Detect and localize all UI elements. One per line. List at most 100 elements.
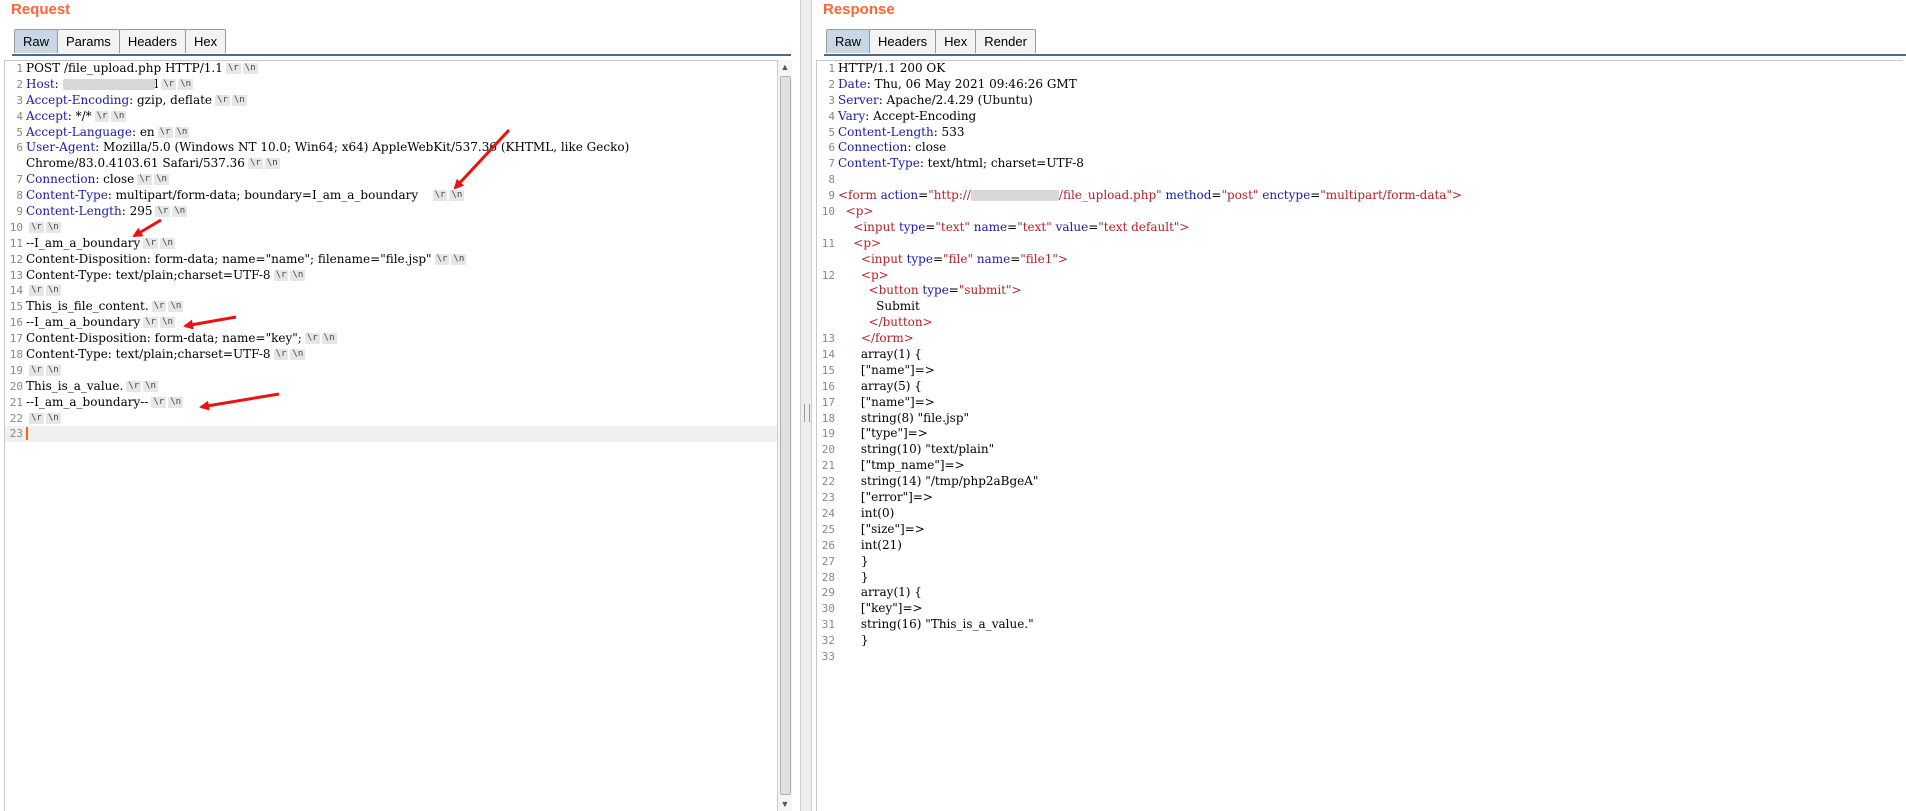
line-number: 28: [821, 570, 835, 584]
request-line[interactable]: 6 User-Agent: Mozilla/5.0 (Windows NT 10.…: [5, 140, 777, 156]
request-line[interactable]: 5 Accept-Language: en \r \n: [5, 125, 777, 141]
response-line[interactable]: 12 <p>: [817, 268, 1903, 284]
response-line[interactable]: 19 ["type"]=>: [817, 426, 1903, 442]
response-line[interactable]: 6 Connection: close: [817, 140, 1903, 156]
line-text: Content-Disposition: form-data; name="ke…: [26, 331, 302, 346]
response-line[interactable]: <button type="submit">: [817, 283, 1903, 299]
response-line[interactable]: 9 <form action="http:///file_upload.php" …: [817, 188, 1903, 204]
response-editor[interactable]: 1 HTTP/1.1 200 OK 2 Date: Thu, 06 May 2021 …: [816, 60, 1903, 811]
request-line[interactable]: 8 Content-Type: multipart/form-data; boun…: [5, 188, 777, 204]
response-line[interactable]: 14 array(1) {: [817, 347, 1903, 363]
tab-render[interactable]: Render: [975, 29, 1036, 53]
crlf-marker: \r: [143, 237, 159, 249]
request-line[interactable]: 22 \r \n: [5, 411, 777, 427]
scroll-down-icon[interactable]: ▼: [778, 797, 792, 811]
response-line[interactable]: Submit: [817, 299, 1903, 315]
response-line[interactable]: 13 </form>: [817, 331, 1903, 347]
pane-splitter[interactable]: [800, 0, 812, 811]
line-text: [838, 315, 869, 329]
response-line[interactable]: <input type="text" name="text" value="te…: [817, 220, 1903, 236]
request-line[interactable]: 7 Connection: close \r \n: [5, 172, 777, 188]
response-line[interactable]: 15 ["name"]=>: [817, 363, 1903, 379]
scroll-up-icon[interactable]: ▲: [778, 60, 792, 74]
response-line[interactable]: 18 string(8) "file.jsp": [817, 411, 1903, 427]
request-line[interactable]: 14 \r \n: [5, 283, 777, 299]
html-value: "file1": [1020, 251, 1058, 266]
tab-headers[interactable]: Headers: [869, 29, 937, 53]
response-line[interactable]: 1 HTTP/1.1 200 OK: [817, 61, 1903, 77]
tab-raw[interactable]: Raw: [826, 29, 871, 53]
line-text: int(0): [838, 505, 895, 520]
request-scrollbar[interactable]: ▲ ▼: [777, 60, 792, 811]
request-line[interactable]: 3 Accept-Encoding: gzip, deflate \r \n: [5, 93, 777, 109]
request-editor[interactable]: 1 POST /file_upload.php HTTP/1.1 \r \n 2 Host…: [4, 60, 777, 811]
response-line[interactable]: 22 string(14) "/tmp/php2aBgeA": [817, 474, 1903, 490]
line-text: gzip, deflate: [137, 92, 213, 107]
response-line[interactable]: 11 <p>: [817, 236, 1903, 252]
request-line[interactable]: 20 This_is_a_value. \r \n: [5, 379, 777, 395]
tab-raw[interactable]: Raw: [14, 29, 59, 53]
crlf-marker: \r: [29, 285, 44, 297]
tab-params[interactable]: Params: [57, 29, 120, 53]
crlf-marker: \r: [126, 380, 142, 392]
response-line[interactable]: 27 }: [817, 554, 1903, 570]
tab-hex[interactable]: Hex: [184, 29, 227, 53]
response-line[interactable]: 8: [817, 172, 1903, 188]
request-line[interactable]: 15 This_is_file_content. \r \n: [5, 299, 777, 315]
response-line[interactable]: 4 Vary: Accept-Encoding: [817, 109, 1903, 125]
crlf-marker: \r: [155, 206, 171, 218]
response-line[interactable]: 5 Content-Length: 533: [817, 125, 1903, 141]
html-value: "multipart/form-data": [1320, 188, 1452, 203]
header-name: Host: [26, 76, 55, 91]
request-line[interactable]: 13 Content-Type: text/plain;charset=UTF-8…: [5, 268, 777, 284]
line-text: int(21): [838, 537, 902, 552]
request-line[interactable]: Chrome/83.0.4103.61 Safari/537.36 \r \n: [5, 156, 777, 172]
response-line[interactable]: 26 int(21): [817, 538, 1903, 554]
request-line[interactable]: 2 Host: l \r \n: [5, 77, 777, 93]
header-name: Accept-Language: [26, 124, 132, 139]
request-line[interactable]: 12 Content-Disposition: form-data; name="…: [5, 252, 777, 268]
response-line[interactable]: 2 Date: Thu, 06 May 2021 09:46:26 GMT: [817, 77, 1903, 93]
line-number: 15: [821, 363, 835, 377]
response-line[interactable]: 7 Content-Type: text/html; charset=UTF-8: [817, 156, 1903, 172]
crlf-marker: \r: [29, 364, 44, 376]
text-cursor: [26, 427, 28, 441]
response-line[interactable]: 30 ["key"]=>: [817, 601, 1903, 617]
request-line[interactable]: 17 Content-Disposition: form-data; name="…: [5, 331, 777, 347]
request-line[interactable]: 10 \r \n: [5, 220, 777, 236]
response-line[interactable]: 33: [817, 649, 1903, 665]
response-line[interactable]: 23 ["error"]=>: [817, 490, 1903, 506]
response-line[interactable]: 3 Server: Apache/2.4.29 (Ubuntu): [817, 93, 1903, 109]
response-line[interactable]: 17 ["name"]=>: [817, 395, 1903, 411]
request-line[interactable]: 23: [5, 426, 777, 443]
request-line[interactable]: 4 Accept: */* \r \n: [5, 109, 777, 125]
line-number: 25: [821, 522, 835, 536]
response-line[interactable]: 28 }: [817, 570, 1903, 586]
request-line[interactable]: 18 Content-Type: text/plain;charset=UTF-8…: [5, 347, 777, 363]
request-line[interactable]: 11 --I_am_a_boundary \r \n: [5, 236, 777, 252]
response-line[interactable]: 25 ["size"]=>: [817, 522, 1903, 538]
tab-headers[interactable]: Headers: [118, 29, 186, 53]
request-line[interactable]: 21 --I_am_a_boundary-- \r \n: [5, 395, 777, 411]
request-line[interactable]: 19 \r \n: [5, 363, 777, 379]
response-line[interactable]: 32 }: [817, 633, 1903, 649]
line-number: 1: [16, 62, 23, 75]
splitter-grip-icon[interactable]: [804, 404, 810, 422]
response-line[interactable]: 24 int(0): [817, 506, 1903, 522]
crlf-marker: \n: [290, 269, 306, 281]
response-line[interactable]: 16 array(5) {: [817, 379, 1903, 395]
response-line[interactable]: </button>: [817, 315, 1903, 331]
request-line[interactable]: 1 POST /file_upload.php HTTP/1.1 \r \n: [5, 61, 777, 77]
response-line[interactable]: 20 string(10) "text/plain": [817, 442, 1903, 458]
response-line[interactable]: 21 ["tmp_name"]=>: [817, 458, 1903, 474]
response-line[interactable]: 10 <p>: [817, 204, 1903, 220]
request-line[interactable]: 16 --I_am_a_boundary \r \n: [5, 315, 777, 331]
request-scroll-thumb[interactable]: [780, 76, 791, 795]
response-line[interactable]: <input type="file" name="file1">: [817, 252, 1903, 268]
request-line[interactable]: 9 Content-Length: 295 \r \n: [5, 204, 777, 220]
response-title: Response: [823, 1, 895, 18]
crlf-marker: \r: [273, 269, 289, 281]
response-line[interactable]: 29 array(1) {: [817, 585, 1903, 601]
response-line[interactable]: 31 string(16) "This_is_a_value.": [817, 617, 1903, 633]
tab-hex[interactable]: Hex: [935, 29, 977, 53]
